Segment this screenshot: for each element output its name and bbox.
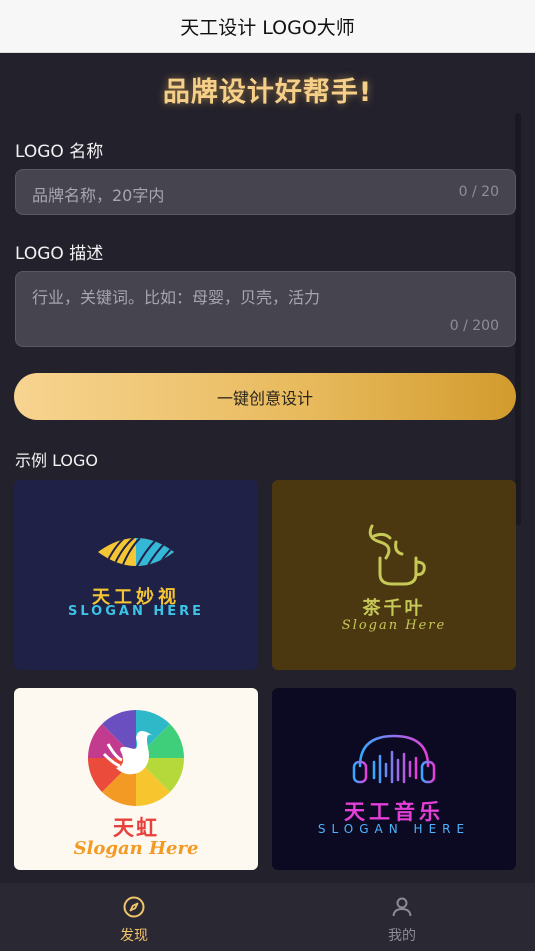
headline: 品牌设计好帮手! — [162, 77, 373, 108]
name-input[interactable]: 品牌名称，20字内 0 / 20 — [15, 169, 516, 215]
example-logo-card[interactable]: 天工妙视 SLOGAN HERE — [14, 480, 258, 670]
example-logo-card[interactable]: 天虹 Slogan Here — [14, 688, 258, 870]
app-titlebar: 天工设计 LOGO大师 — [0, 0, 535, 53]
examples-heading: 示例 LOGO — [15, 451, 99, 470]
name-counter: 0 / 20 — [458, 184, 499, 200]
tab-mine[interactable]: 我的 — [362, 883, 442, 951]
desc-placeholder: 行业，关键词。比如：母婴，贝壳，活力 — [32, 288, 321, 307]
tab-mine-label: 我的 — [388, 928, 416, 944]
tab-discover[interactable]: 发现 — [94, 883, 174, 951]
headphones-logo-icon — [352, 734, 436, 784]
name-label: LOGO 名称 — [15, 142, 104, 162]
card-slogan: SLOGAN HERE — [67, 604, 205, 619]
tab-discover-label: 发现 — [120, 928, 148, 944]
card-brand-name: 茶千叶 — [362, 598, 426, 619]
compass-icon — [123, 896, 145, 918]
create-design-button[interactable]: 一键创意设计 — [14, 373, 516, 420]
eye-logo-icon — [98, 538, 174, 566]
desc-label: LOGO 描述 — [15, 244, 104, 264]
card-slogan: SLOGAN HERE — [317, 822, 471, 836]
card-slogan: Slogan Here — [341, 618, 447, 633]
tea-cup-logo-icon — [368, 524, 426, 586]
bottom-tab-bar: 发现 我的 — [0, 883, 535, 951]
example-logo-card[interactable]: 天工音乐 SLOGAN HERE — [272, 688, 516, 870]
app-title: 天工设计 LOGO大师 — [180, 16, 355, 39]
example-logo-card[interactable]: 茶千叶 Slogan Here — [272, 480, 516, 670]
card-slogan: Slogan Here — [73, 838, 199, 859]
create-design-label: 一键创意设计 — [216, 388, 313, 408]
rainbow-swan-logo-icon — [87, 709, 185, 807]
user-icon — [392, 897, 412, 917]
desc-textarea[interactable]: 行业，关键词。比如：母婴，贝壳，活力 0 / 200 — [15, 271, 516, 347]
name-placeholder: 品牌名称，20字内 — [32, 186, 165, 205]
desc-counter: 0 / 200 — [449, 318, 499, 334]
